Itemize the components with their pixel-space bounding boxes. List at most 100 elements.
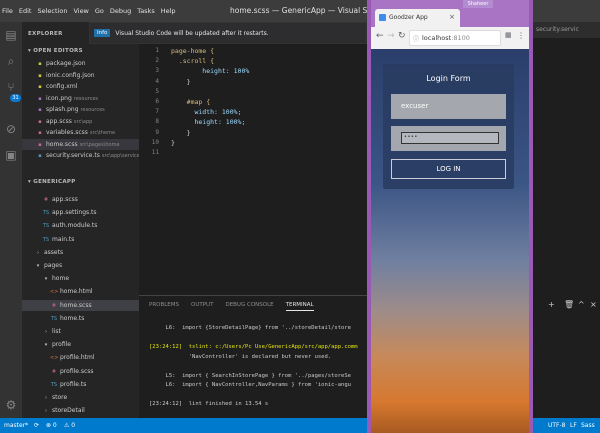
sync-icon[interactable]: ⟳: [34, 418, 39, 433]
explorer-sidebar: EXPLORER ▾ OPEN EDITORS ▪ package.json ▪ io…: [22, 22, 143, 418]
panel-tab-output[interactable]: OUTPUT: [191, 302, 213, 311]
file-item[interactable]: TS profile.ts: [22, 379, 139, 390]
browser-window: Shaheer Goodzer App × ← → ↻ ⓘ localhost:…: [367, 0, 533, 433]
open-editor-item[interactable]: ▪ ionic.config.json: [22, 70, 139, 81]
files-icon[interactable]: ▤: [4, 28, 18, 42]
item-name: home: [52, 275, 70, 283]
forward-icon[interactable]: →: [387, 31, 395, 41]
trash-icon[interactable]: 🗑: [564, 300, 574, 309]
update-notification[interactable]: Info Visual Studio Code will be updated …: [89, 22, 367, 44]
open-editor-item[interactable]: ▪ home.scss src\pages\home: [22, 138, 139, 150]
line-ending[interactable]: LF: [570, 418, 577, 433]
file-item[interactable]: <> profile.html: [22, 352, 139, 363]
line-number: 6: [155, 98, 159, 105]
menu-item-debug[interactable]: Debug: [110, 7, 131, 15]
css-file-icon: #: [51, 368, 57, 375]
open-editor-item[interactable]: ▪ splash.png resources: [22, 104, 139, 115]
file-item[interactable]: # home.scss: [22, 299, 139, 311]
chevron-icon: ▾: [44, 276, 48, 283]
open-editor-item[interactable]: ▪ icon.png resources: [22, 93, 139, 104]
menu-item-view[interactable]: View: [73, 7, 88, 15]
open-editor-item[interactable]: ▪ config.xml: [22, 81, 139, 92]
extension-icon[interactable]: ▦: [505, 31, 512, 39]
menu-item-selection[interactable]: Selection: [37, 7, 67, 15]
chevron-icon: ▾: [44, 342, 48, 349]
menu-item-tasks[interactable]: Tasks: [137, 7, 154, 15]
back-icon[interactable]: ←: [376, 31, 384, 41]
open-editor-item[interactable]: ▪ app.scss src\app: [22, 116, 139, 127]
debug-icon[interactable]: ⊘: [4, 122, 18, 136]
file-name: package.json: [46, 60, 86, 67]
file-item[interactable]: <> home.html: [22, 286, 139, 297]
username-field[interactable]: excuser: [391, 94, 506, 119]
password-input[interactable]: ••••: [401, 132, 499, 144]
folder-item[interactable]: ▾ home: [22, 273, 139, 284]
file-path: src\app\services: [101, 153, 143, 159]
file-item[interactable]: TS home.ts: [22, 313, 139, 324]
chevron-icon: ›: [45, 395, 47, 401]
folder-item[interactable]: › assets: [22, 247, 139, 258]
open-editors-heading[interactable]: ▾ OPEN EDITORS: [28, 48, 83, 54]
terminal-line: [23:24:12] tslint: c:/Users/Pc Use/Gener…: [149, 344, 358, 350]
file-icon: ▪: [38, 61, 42, 67]
menubar: File Edit Selection View Go Debug Tasks Help: [0, 0, 182, 22]
encoding[interactable]: UTF-8: [548, 418, 566, 433]
open-editor-item[interactable]: ▪ security.service.ts src\app\services: [22, 150, 142, 161]
login-button[interactable]: LOG IN: [391, 159, 506, 179]
item-name: storeDetail: [52, 407, 85, 415]
url-host: localhost: [422, 34, 452, 42]
language-mode[interactable]: Sass: [581, 418, 595, 433]
close-tab-icon[interactable]: ×: [449, 13, 455, 21]
folder-item[interactable]: ▾ profile: [22, 339, 139, 350]
file-item[interactable]: TS main.ts: [22, 234, 139, 245]
folder-item[interactable]: › store: [22, 392, 139, 403]
menu-item-help[interactable]: Help: [161, 7, 176, 15]
open-editor-item[interactable]: ▪ variables.scss src\theme: [22, 127, 139, 138]
address-bar[interactable]: ⓘ localhost:8100: [409, 30, 501, 46]
profile-button[interactable]: Shaheer: [463, 0, 493, 8]
file-item[interactable]: TS auth.module.ts: [22, 220, 139, 231]
folder-item[interactable]: ▾ pages: [22, 260, 139, 271]
panel-tab-problems[interactable]: PROBLEMS: [149, 302, 179, 311]
line-number: 3: [155, 67, 159, 75]
search-icon[interactable]: ⌕: [4, 54, 18, 68]
project-heading[interactable]: ▾ GENERICAPP: [28, 179, 76, 185]
tab-security-service[interactable]: security.servic: [536, 26, 579, 33]
reload-icon[interactable]: ↻: [398, 31, 406, 41]
close-icon[interactable]: ×: [590, 300, 597, 309]
file-path: src\pages\home: [79, 141, 120, 148]
menu-item-go[interactable]: Go: [95, 7, 104, 15]
panel-tab-debug-console[interactable]: DEBUG CONSOLE: [225, 302, 273, 311]
open-editor-item[interactable]: ▪ package.json: [22, 58, 139, 69]
password-field[interactable]: ••••: [391, 126, 506, 151]
url-text: localhost:8100: [422, 34, 470, 42]
error-count[interactable]: ⊗ 0: [46, 418, 57, 433]
menu-icon[interactable]: ⋮: [517, 31, 525, 40]
chevron-up-icon[interactable]: ^: [578, 300, 585, 309]
item-name: app.scss: [52, 196, 78, 203]
info-icon[interactable]: ⓘ: [413, 34, 419, 43]
panel-tab-terminal[interactable]: TERMINAL: [285, 302, 314, 311]
line-number: 10: [151, 138, 159, 146]
browser-tab[interactable]: Goodzer App ×: [375, 9, 460, 27]
file-item[interactable]: # app.scss: [22, 194, 139, 205]
item-name: profile: [52, 341, 71, 349]
item-name: home.scss: [60, 301, 92, 309]
extensions-icon[interactable]: ▣: [4, 148, 18, 162]
folder-item[interactable]: › storeDetail: [22, 405, 139, 416]
source-control-icon[interactable]: ⑂: [4, 80, 18, 94]
add-terminal-icon[interactable]: +: [548, 300, 555, 309]
file-item[interactable]: TS app.settings.ts: [22, 207, 139, 218]
login-title: Login Form: [426, 74, 471, 83]
terminal-line: L6: import { NavController,NavParams } f…: [149, 382, 351, 388]
item-name: main.ts: [52, 235, 75, 243]
settings-gear-icon[interactable]: ⚙: [4, 398, 18, 412]
git-branch[interactable]: master*: [4, 418, 28, 433]
menu-item-file[interactable]: File: [2, 7, 13, 15]
file-item[interactable]: # profile.scss: [22, 366, 139, 377]
menu-item-edit[interactable]: Edit: [19, 7, 32, 15]
line-number: 7: [155, 108, 159, 116]
line-number: 9: [155, 128, 159, 136]
warning-count[interactable]: ⚠ 0: [64, 418, 75, 433]
folder-item[interactable]: › list: [22, 326, 139, 337]
